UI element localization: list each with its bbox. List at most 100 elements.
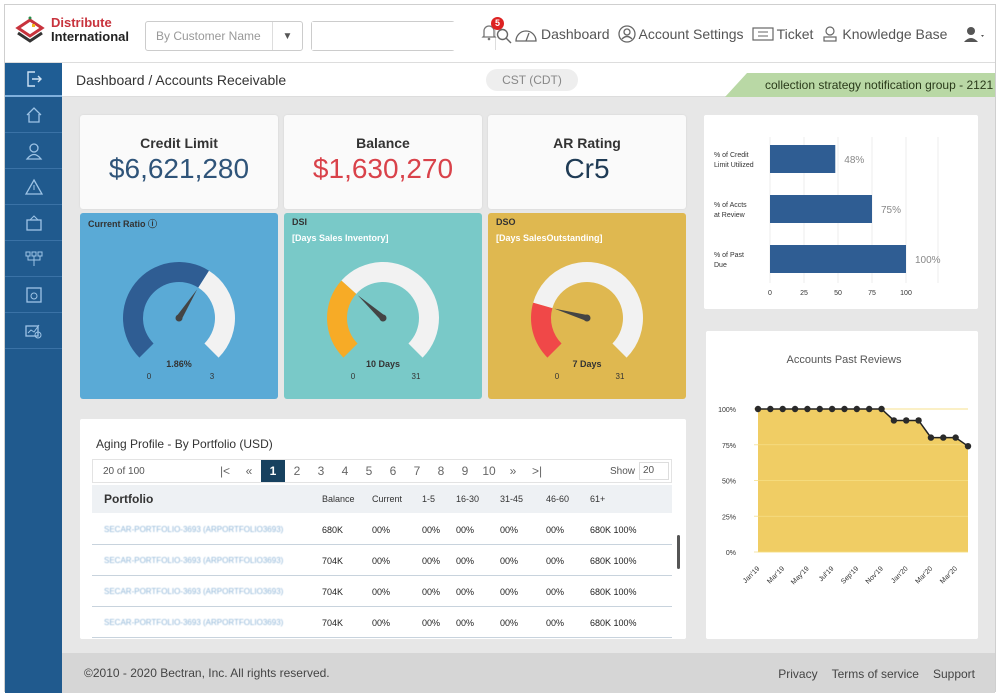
x-tick-label: 0	[768, 290, 772, 297]
table-header: Portfolio Balance Current 1-5 16-30 31-45 46-6…	[92, 485, 672, 513]
customer-select[interactable]: By Customer Name ▼	[145, 21, 303, 51]
page-button[interactable]: 1	[261, 460, 285, 482]
sidebar	[5, 63, 62, 693]
table-cell: 00%	[500, 617, 519, 628]
y-category-label: Limit Utilized	[714, 162, 754, 169]
gauge-needle-hub	[379, 314, 387, 322]
table-cell: 00%	[372, 555, 391, 566]
data-point	[804, 405, 811, 413]
page-button[interactable]: 6	[381, 460, 405, 482]
x-tick-label: 75	[868, 290, 876, 297]
table-cell: 00%	[422, 617, 441, 628]
column-header[interactable]: 31-45	[500, 494, 546, 504]
search-input[interactable]	[312, 22, 495, 50]
y-category-label: % of Credit	[714, 152, 749, 159]
table-row[interactable]: SECAR-PORTFOLIO-3693 (ARPORTFOLIO3693) 70…	[92, 546, 672, 576]
gauge-needle	[554, 308, 588, 321]
first-page-button[interactable]: |<	[213, 460, 237, 482]
column-header[interactable]: 46-60	[546, 494, 590, 504]
chart-title: Accounts Past Reviews	[787, 354, 902, 366]
terms-link[interactable]: Terms of service	[832, 667, 919, 681]
table-cell: 00%	[372, 617, 391, 628]
user-avatar-icon	[964, 26, 985, 42]
page-size-input[interactable]: 20	[639, 462, 669, 480]
sidebar-item-billing[interactable]	[5, 277, 62, 313]
nav-ticket[interactable]: Ticket	[751, 26, 813, 42]
home-icon	[26, 106, 41, 123]
gauge-value-label: 7 Days	[572, 359, 601, 369]
table-cell: 00%	[546, 524, 565, 535]
portfolio-link[interactable]: SECAR-PORTFOLIO-3693 (ARPORTFOLIO3693)	[92, 525, 322, 534]
page-button[interactable]: 10	[477, 460, 501, 482]
logo[interactable]: Distribute International	[15, 15, 129, 45]
sidebar-item-network[interactable]	[5, 241, 62, 277]
show-label: Show	[609, 465, 635, 477]
user-menu[interactable]	[963, 26, 985, 42]
notification-banner[interactable]: collection strategy notification group -…	[725, 73, 995, 97]
gauge-value-label: 1.86%	[166, 359, 192, 369]
timezone-badge[interactable]: CST (CDT)	[486, 69, 578, 91]
column-header[interactable]: 61+	[590, 494, 660, 504]
gauge-max-label: 31	[412, 372, 421, 381]
kpi-credit-limit: Credit Limit $6,621,280	[80, 115, 278, 209]
page-button[interactable]: 3	[309, 460, 333, 482]
column-header[interactable]: Current	[372, 494, 422, 504]
sidebar-item-home[interactable]	[5, 97, 62, 133]
next-page-button[interactable]: »	[501, 460, 525, 482]
column-header[interactable]: 16-30	[456, 494, 500, 504]
x-tick-label: Mar'20	[914, 565, 934, 585]
x-tick-label: Jan'19	[742, 565, 761, 584]
kpi-label: Credit Limit	[140, 135, 218, 151]
nav-dashboard[interactable]: Dashboard	[514, 25, 610, 43]
last-page-button[interactable]: >|	[525, 460, 549, 482]
nav-knowledge-base[interactable]: Knowledge Base	[821, 25, 947, 43]
logo-icon	[15, 16, 45, 43]
support-link[interactable]: Support	[933, 667, 975, 681]
gauge-svg: 1.86% 0 3	[122, 261, 235, 381]
nav-account-settings[interactable]: Account Settings	[617, 24, 744, 43]
column-header[interactable]: 1-5	[422, 494, 456, 504]
table-row[interactable]: SECAR-PORTFOLIO-3693 (ARPORTFOLIO3693) 70…	[92, 577, 672, 607]
portfolio-link[interactable]: SECAR-PORTFOLIO-3693 (ARPORTFOLIO3693)	[92, 556, 322, 565]
table-row[interactable]: SECAR-PORTFOLIO-3693 (ARPORTFOLIO3693) 70…	[92, 608, 672, 638]
copyright: ©2010 - 2020 Bectran, Inc. All rights re…	[84, 666, 330, 680]
page-button[interactable]: 2	[285, 460, 309, 482]
data-point	[779, 405, 786, 413]
table-row[interactable]: SECAR-PORTFOLIO-3693 (ARPORTFOLIO3693) 68…	[92, 515, 672, 545]
x-tick-label: 100	[900, 290, 912, 297]
chevron-down-icon[interactable]: ▼	[272, 22, 302, 50]
table-cell: 680K 100%	[590, 524, 637, 535]
page-button[interactable]: 7	[405, 460, 429, 482]
data-point	[791, 405, 799, 413]
table-cell: 680K 100%	[590, 586, 637, 597]
bar	[770, 195, 872, 223]
notifications-button[interactable]: 5	[480, 17, 504, 44]
table-scrollbar[interactable]	[677, 535, 680, 569]
gauge-min-label: 0	[351, 372, 356, 381]
column-header[interactable]: Portfolio	[92, 492, 322, 506]
gauge-svg: 10 Days 0 31	[327, 262, 439, 381]
page-button[interactable]: 8	[429, 460, 453, 482]
page-button[interactable]: 4	[333, 460, 357, 482]
y-tick-label: 0%	[726, 550, 736, 557]
sidebar-item-logout[interactable]	[5, 63, 62, 97]
table-cell: 00%	[422, 555, 441, 566]
nav-knowledge-base-label: Knowledge Base	[842, 25, 948, 42]
sidebar-item-portfolio[interactable]	[5, 205, 62, 241]
kpi-ar-rating: AR Rating Cr5	[488, 115, 686, 209]
customer-select-placeholder: By Customer Name	[156, 29, 261, 43]
notification-badge: 5	[491, 17, 504, 30]
portfolio-link[interactable]: SECAR-PORTFOLIO-3693 (ARPORTFOLIO3693)	[92, 587, 322, 596]
prev-page-button[interactable]: «	[237, 460, 261, 482]
page-button[interactable]: 5	[357, 460, 381, 482]
page-button[interactable]: 9	[453, 460, 477, 482]
data-point	[927, 434, 935, 441]
sidebar-item-alerts[interactable]	[5, 169, 62, 205]
gauge-value-arc	[327, 280, 358, 358]
column-header[interactable]: Balance	[322, 494, 372, 504]
sidebar-item-analytics[interactable]	[5, 313, 62, 349]
portfolio-link[interactable]: SECAR-PORTFOLIO-3693 (ARPORTFOLIO3693)	[92, 618, 322, 627]
privacy-link[interactable]: Privacy	[778, 667, 817, 681]
table-cell: 00%	[372, 524, 391, 535]
sidebar-item-user[interactable]	[5, 133, 62, 169]
